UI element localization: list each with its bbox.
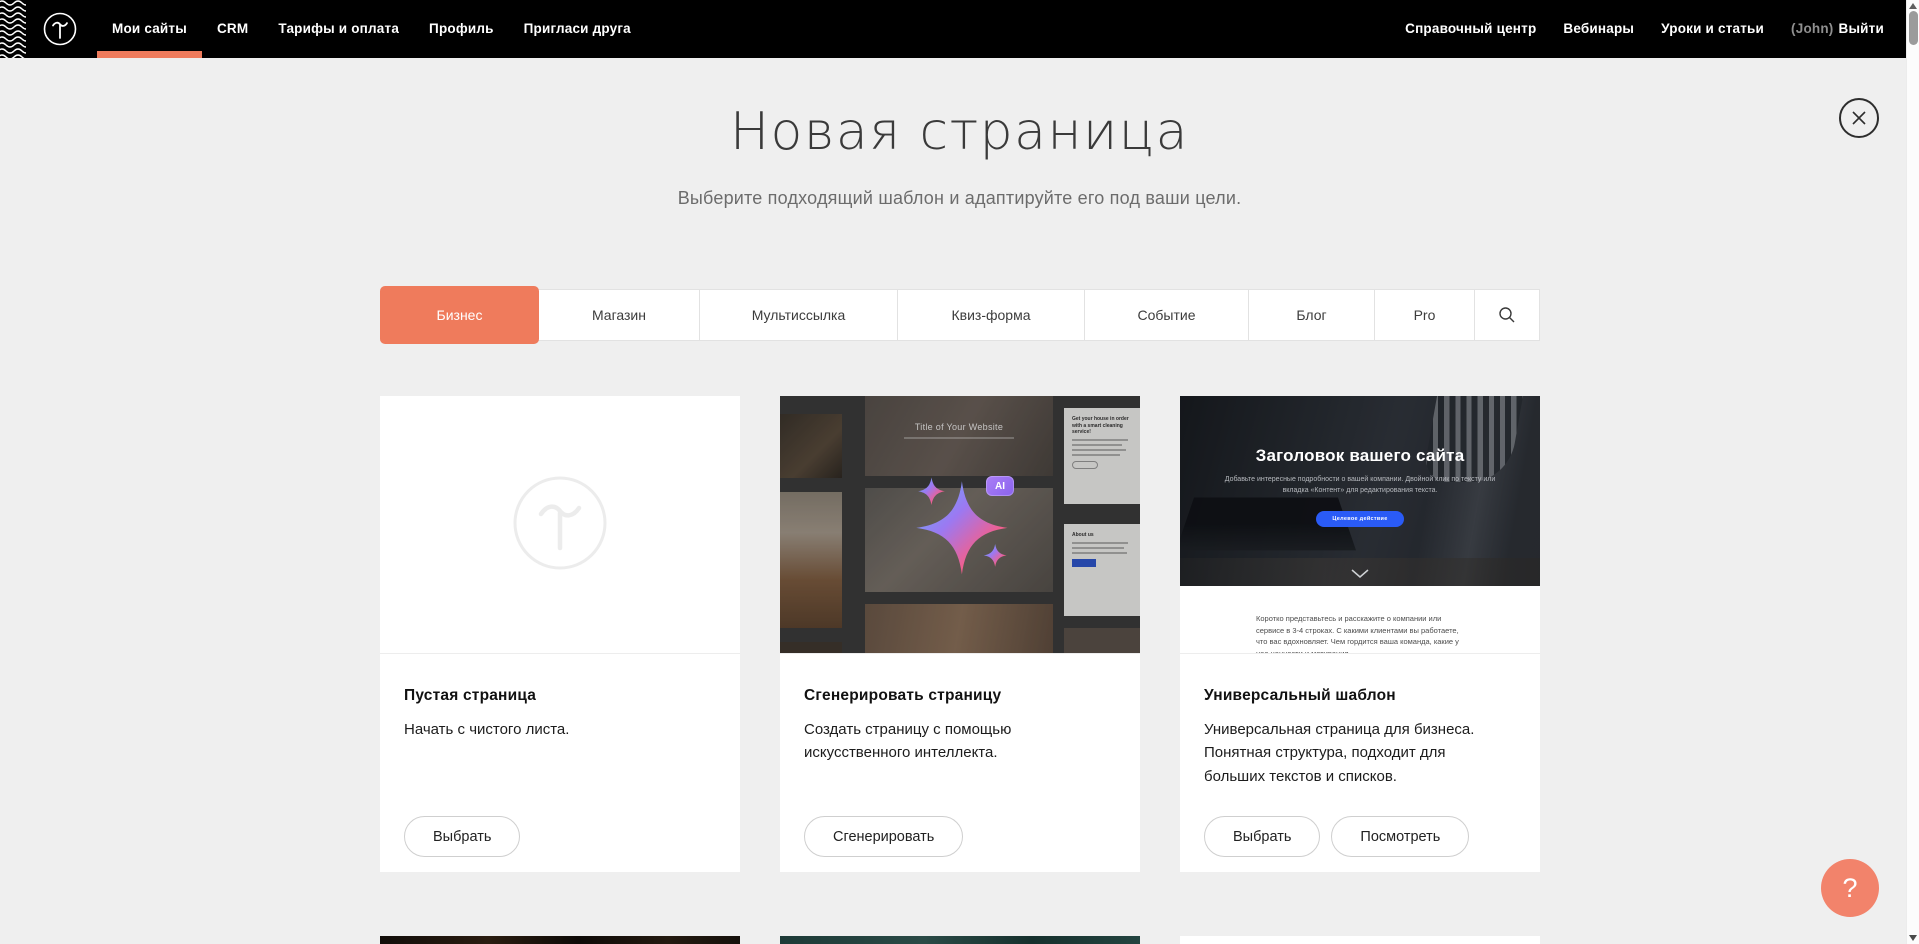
tilda-logo-icon[interactable] bbox=[43, 12, 77, 46]
card-info: Пустая страница Начать с чистого листа. … bbox=[380, 654, 740, 871]
template-category-tabs: Бизнес Магазин Мультиссылка Квиз-форма С… bbox=[380, 289, 1540, 341]
nav-item-help-center[interactable]: Справочный центр bbox=[1405, 0, 1536, 58]
template-card-ai-generate: Title of Your Website Get your house in … bbox=[780, 396, 1140, 872]
scrollbar-up-arrow[interactable] bbox=[1909, 3, 1917, 9]
nav-item-lessons[interactable]: Уроки и статьи bbox=[1661, 0, 1764, 58]
card-title: Пустая страница bbox=[404, 687, 716, 705]
help-button[interactable]: ? bbox=[1821, 859, 1879, 917]
tab-blog[interactable]: Блог bbox=[1249, 290, 1375, 340]
scrollbar-down-arrow[interactable] bbox=[1909, 935, 1917, 941]
card-description: Универсальная страница для бизнеса. Поня… bbox=[1204, 718, 1504, 788]
generate-button[interactable]: Сгенерировать bbox=[804, 816, 963, 857]
tab-multilink[interactable]: Мультиссылка bbox=[700, 290, 898, 340]
template-body-section: Коротко представьтесь и расскажите о ком… bbox=[1180, 586, 1540, 654]
new-page-screen: Мои сайты CRM Тарифы и оплата Профиль Пр… bbox=[0, 0, 1919, 944]
card-description: Начать с чистого листа. bbox=[404, 718, 704, 741]
question-icon: ? bbox=[1842, 873, 1857, 904]
nav-item-tariffs[interactable]: Тарифы и оплата bbox=[278, 0, 399, 58]
close-icon bbox=[1851, 110, 1867, 126]
nav-right-menu: Справочный центр Вебинары Уроки и статьи… bbox=[1405, 0, 1884, 58]
tab-shop[interactable]: Магазин bbox=[539, 290, 700, 340]
hero-title: Заголовок вашего сайта bbox=[1180, 446, 1540, 466]
template-body-text: Коротко представьтесь и расскажите о ком… bbox=[1256, 613, 1464, 654]
universal-template-preview[interactable]: Заголовок вашего сайта Добавьте интересн… bbox=[1180, 396, 1540, 654]
card-title: Универсальный шаблон bbox=[1204, 687, 1516, 705]
page-subtitle: Выберите подходящий шаблон и адаптируйте… bbox=[0, 188, 1919, 209]
search-icon bbox=[1498, 306, 1516, 324]
next-row-card-preview[interactable] bbox=[380, 936, 740, 944]
card-title: Сгенерировать страницу bbox=[804, 687, 1116, 705]
nav-item-crm[interactable]: CRM bbox=[217, 0, 248, 58]
close-button[interactable] bbox=[1839, 98, 1879, 138]
nav-item-webinars[interactable]: Вебинары bbox=[1563, 0, 1634, 58]
nav-user-name: (John) bbox=[1791, 21, 1833, 36]
tab-quiz-form[interactable]: Квиз-форма bbox=[898, 290, 1085, 340]
nav-item-profile[interactable]: Профиль bbox=[429, 0, 494, 58]
hero-cta-button: Целевое действие bbox=[1316, 511, 1403, 527]
next-row-card-preview[interactable] bbox=[1180, 936, 1540, 944]
card-buttons: Выбрать Посмотреть bbox=[1204, 816, 1469, 857]
hero-subtitle: Добавьте интересные подробности о вашей … bbox=[1215, 475, 1505, 497]
top-nav: Мои сайты CRM Тарифы и оплата Профиль Пр… bbox=[0, 0, 1906, 58]
nav-item-logout[interactable]: (John) Выйти bbox=[1791, 0, 1884, 58]
template-card-universal: Заголовок вашего сайта Добавьте интересн… bbox=[1180, 396, 1540, 872]
view-button[interactable]: Посмотреть bbox=[1331, 816, 1469, 857]
nav-item-invite-friend[interactable]: Пригласи друга bbox=[524, 0, 631, 58]
card-buttons: Выбрать bbox=[404, 816, 520, 857]
hero-content: Заголовок вашего сайта Добавьте интересн… bbox=[1180, 396, 1540, 586]
nav-left-menu: Мои сайты CRM Тарифы и оплата Профиль Пр… bbox=[112, 0, 631, 58]
tab-business[interactable]: Бизнес bbox=[380, 286, 539, 344]
choose-button[interactable]: Выбрать bbox=[1204, 816, 1320, 857]
tab-event[interactable]: Событие bbox=[1085, 290, 1249, 340]
blank-page-preview[interactable] bbox=[380, 396, 740, 654]
template-card-blank-page: Пустая страница Начать с чистого листа. … bbox=[380, 396, 740, 872]
card-info: Универсальный шаблон Универсальная стран… bbox=[1180, 654, 1540, 871]
vertical-scrollbar[interactable] bbox=[1906, 0, 1919, 944]
tilda-watermark-icon bbox=[513, 476, 607, 570]
page-title: Новая страница bbox=[0, 103, 1919, 161]
card-info: Сгенерировать страницу Создать страницу … bbox=[780, 654, 1140, 871]
chevron-down-icon bbox=[1351, 569, 1369, 578]
tab-search[interactable] bbox=[1475, 290, 1539, 340]
card-description: Создать страницу с помощью искусственног… bbox=[804, 718, 1104, 765]
ai-badge: AI bbox=[986, 476, 1014, 496]
logout-label: Выйти bbox=[1839, 21, 1885, 36]
next-row-card-preview[interactable] bbox=[780, 936, 1140, 944]
scrollbar-thumb[interactable] bbox=[1909, 11, 1918, 45]
tilda-wave-pattern-icon bbox=[0, 0, 26, 58]
card-buttons: Сгенерировать bbox=[804, 816, 963, 857]
template-hero: Заголовок вашего сайта Добавьте интересн… bbox=[1180, 396, 1540, 586]
tab-pro[interactable]: Pro bbox=[1375, 290, 1475, 340]
choose-button[interactable]: Выбрать bbox=[404, 816, 520, 857]
ai-collage-preview[interactable]: Title of Your Website Get your house in … bbox=[780, 396, 1140, 654]
nav-item-my-sites[interactable]: Мои сайты bbox=[112, 0, 187, 58]
